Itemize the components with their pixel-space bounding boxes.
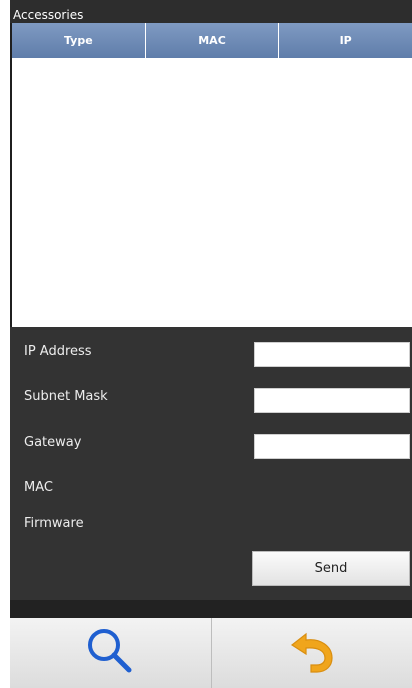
window-title: Accessories <box>13 8 84 22</box>
ip-address-field[interactable] <box>254 342 410 367</box>
gateway-field[interactable] <box>254 434 410 459</box>
table-body[interactable] <box>12 58 412 327</box>
network-settings-form: IP Address Subnet Mask Gateway MAC Firmw… <box>10 327 412 600</box>
firmware-label: Firmware <box>24 516 84 531</box>
table-header: Type MAC IP <box>12 23 412 58</box>
column-header-ip[interactable]: IP <box>279 23 412 58</box>
column-header-type[interactable]: Type <box>12 23 146 58</box>
subnet-mask-field[interactable] <box>254 388 410 413</box>
left-gutter <box>0 0 10 688</box>
undo-arrow-icon <box>284 628 340 678</box>
accessories-table: Type MAC IP <box>10 23 412 327</box>
divider-strip <box>10 600 412 618</box>
gateway-label: Gateway <box>24 435 82 450</box>
accessories-screen: Accessories Type MAC IP IP Address Subne… <box>0 0 412 688</box>
magnifier-icon <box>83 624 137 682</box>
send-button[interactable]: Send <box>252 551 410 586</box>
column-header-mac[interactable]: MAC <box>146 23 280 58</box>
search-button[interactable] <box>10 618 211 688</box>
ip-address-label: IP Address <box>24 344 92 359</box>
mac-label: MAC <box>24 480 53 495</box>
subnet-mask-label: Subnet Mask <box>24 389 108 404</box>
back-button[interactable] <box>210 618 412 688</box>
bottom-nav-bar <box>10 618 412 688</box>
